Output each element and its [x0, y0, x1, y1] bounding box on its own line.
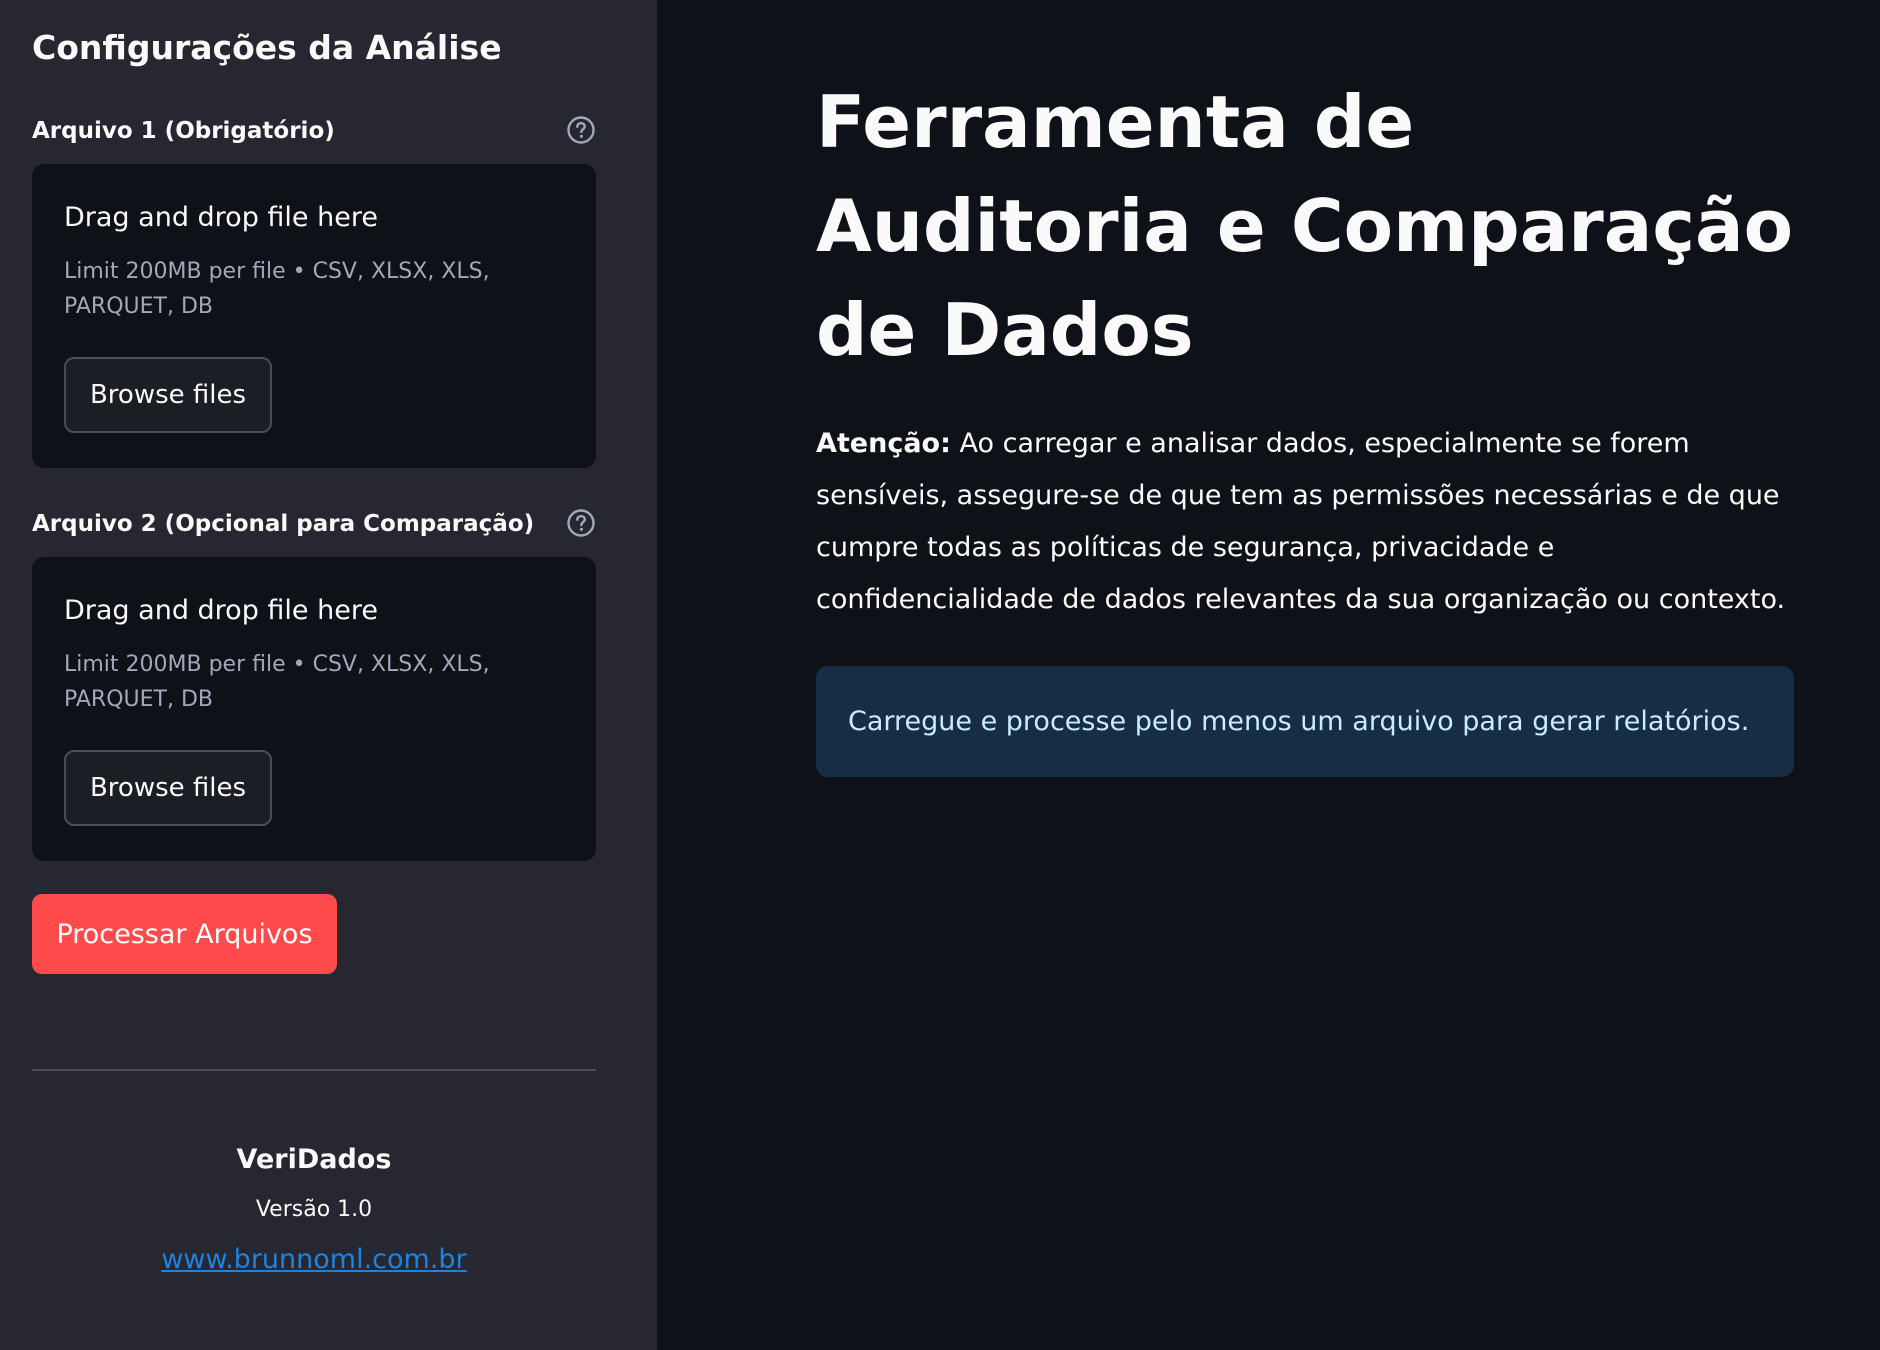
info-alert: Carregue e processe pelo menos um arquiv…: [816, 666, 1794, 777]
warning-label: Atenção:: [816, 428, 951, 459]
uploader-2-label-row: Arquivo 2 (Opcional para Comparação): [32, 505, 596, 545]
dropzone-limit-text: Limit 200MB per file • CSV, XLSX, XLS, P…: [64, 652, 490, 712]
warning-text: Ao carregar e analisar dados, especialme…: [816, 428, 1786, 615]
uploader-1-label: Arquivo 1 (Obrigatório): [32, 118, 335, 144]
website-link[interactable]: www.brunnoml.com.br: [161, 1240, 466, 1280]
sidebar-divider: [32, 1069, 596, 1071]
browse-files-button-1[interactable]: Browse files: [64, 357, 272, 433]
uploader-2-label: Arquivo 2 (Opcional para Comparação): [32, 511, 535, 537]
sidebar-title: Configurações da Análise: [32, 28, 502, 67]
dropzone-title: Drag and drop file here: [64, 595, 378, 626]
process-files-button[interactable]: Processar Arquivos: [32, 894, 337, 974]
app-version: Versão 1.0: [255, 1197, 373, 1222]
info-alert-text: Carregue e processe pelo menos um arquiv…: [848, 706, 1750, 737]
warning-paragraph: Atenção: Ao carregar e analisar dados, e…: [816, 418, 1794, 626]
file-dropzone-1[interactable]: Drag and drop file here Limit 200MB per …: [32, 164, 596, 468]
app-name: VeriDados: [236, 1144, 392, 1175]
app-root: Configurações da Análise Arquivo 1 (Obri…: [0, 0, 1880, 1350]
help-circle-icon[interactable]: [566, 508, 596, 538]
page-title: Ferramenta de Auditoria e Comparação de …: [816, 80, 1794, 372]
sidebar-footer: VeriDados Versão 1.0 www.brunnoml.com.br: [32, 1140, 596, 1280]
uploader-1-label-row: Arquivo 1 (Obrigatório): [32, 112, 596, 152]
browse-files-button-2[interactable]: Browse files: [64, 750, 272, 826]
main-inner: Ferramenta de Auditoria e Comparação de …: [816, 70, 1794, 777]
main-content: Ferramenta de Auditoria e Comparação de …: [657, 0, 1880, 1350]
sidebar: Configurações da Análise Arquivo 1 (Obri…: [0, 0, 657, 1350]
file-dropzone-2[interactable]: Drag and drop file here Limit 200MB per …: [32, 557, 596, 861]
dropzone-title: Drag and drop file here: [64, 202, 378, 233]
dropzone-limit-text: Limit 200MB per file • CSV, XLSX, XLS, P…: [64, 259, 490, 319]
help-circle-icon[interactable]: [566, 115, 596, 145]
